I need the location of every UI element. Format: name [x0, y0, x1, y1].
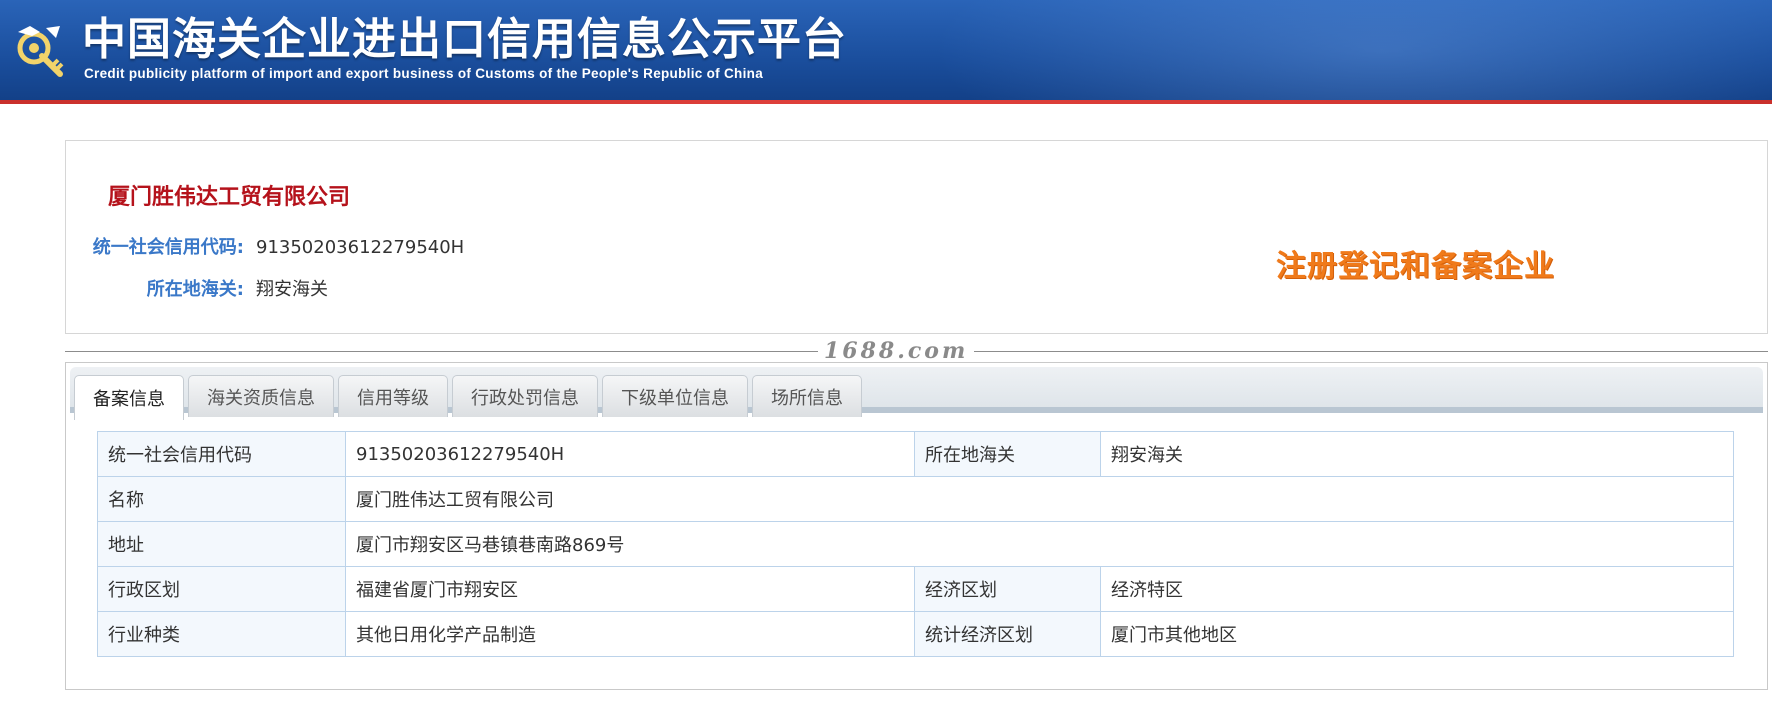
company-name: 厦门胜伟达工贸有限公司 [108, 185, 351, 210]
row-value: 厦门胜伟达工贸有限公司 [345, 476, 1734, 522]
row-label: 经济区划 [914, 566, 1101, 612]
row-value: 福建省厦门市翔安区 [345, 566, 915, 612]
registration-status-badge: 注册登记和备案企业 [1276, 249, 1555, 284]
customs-emblem-icon [17, 26, 64, 77]
row-value: 厦门市其他地区 [1100, 611, 1734, 657]
row-label: 地址 [97, 521, 346, 567]
tab-customs-qualification[interactable]: 海关资质信息 [188, 375, 334, 417]
watermark: 1688.com [818, 338, 975, 364]
tab-list: 备案信息 海关资质信息 信用等级 行政处罚信息 下级单位信息 场所信息 [74, 375, 862, 420]
row-label: 统一社会信用代码 [97, 431, 346, 477]
customs-value: 翔安海关 [256, 279, 328, 300]
platform-title: 中国海关企业进出口信用信息公示平台 [82, 14, 847, 65]
table-row: 行政区划 福建省厦门市翔安区 经济区划 经济特区 [97, 566, 1734, 612]
credit-code-row: 统一社会信用代码: 91350203612279540H [66, 233, 464, 259]
table-row: 统一社会信用代码 91350203612279540H 所在地海关 翔安海关 [97, 431, 1734, 477]
row-value: 翔安海关 [1100, 431, 1734, 477]
row-value: 厦门市翔安区马巷镇巷南路869号 [345, 521, 1734, 567]
tab-filing-info[interactable]: 备案信息 [74, 375, 184, 420]
company-summary: 厦门胜伟达工贸有限公司 统一社会信用代码: 91350203612279540H … [65, 140, 1768, 334]
credit-code-value: 91350203612279540H [256, 237, 465, 258]
table-row: 地址 厦门市翔安区马巷镇巷南路869号 [97, 521, 1734, 567]
row-label: 行业种类 [97, 611, 346, 657]
tab-subsidiary-units[interactable]: 下级单位信息 [602, 375, 748, 417]
detail-panel: 备案信息 海关资质信息 信用等级 行政处罚信息 下级单位信息 场所信息 统一社会… [65, 362, 1768, 690]
tab-credit-rating[interactable]: 信用等级 [338, 375, 448, 417]
row-label: 名称 [97, 476, 346, 522]
row-value: 其他日用化学产品制造 [345, 611, 915, 657]
filing-detail-table: 统一社会信用代码 91350203612279540H 所在地海关 翔安海关 名… [97, 431, 1734, 657]
site-header: 中国海关企业进出口信用信息公示平台 Credit publicity platf… [0, 0, 1772, 104]
platform-subtitle: Credit publicity platform of import and … [84, 66, 764, 81]
tab-premises-info[interactable]: 场所信息 [752, 375, 862, 417]
tab-bar: 备案信息 海关资质信息 信用等级 行政处罚信息 下级单位信息 场所信息 [70, 367, 1763, 420]
row-value: 91350203612279540H [345, 431, 915, 477]
credit-code-label: 统一社会信用代码: [92, 237, 244, 258]
tab-administrative-penalty[interactable]: 行政处罚信息 [452, 375, 598, 417]
customs-label: 所在地海关: [146, 279, 244, 300]
customs-row: 所在地海关: 翔安海关 [66, 275, 328, 301]
row-label: 所在地海关 [914, 431, 1101, 477]
row-value: 经济特区 [1100, 566, 1734, 612]
row-label: 行政区划 [97, 566, 346, 612]
table-row: 名称 厦门胜伟达工贸有限公司 [97, 476, 1734, 522]
table-row: 行业种类 其他日用化学产品制造 统计经济区划 厦门市其他地区 [97, 611, 1734, 657]
banner-glow [932, 0, 1772, 104]
row-label: 统计经济区划 [914, 611, 1101, 657]
